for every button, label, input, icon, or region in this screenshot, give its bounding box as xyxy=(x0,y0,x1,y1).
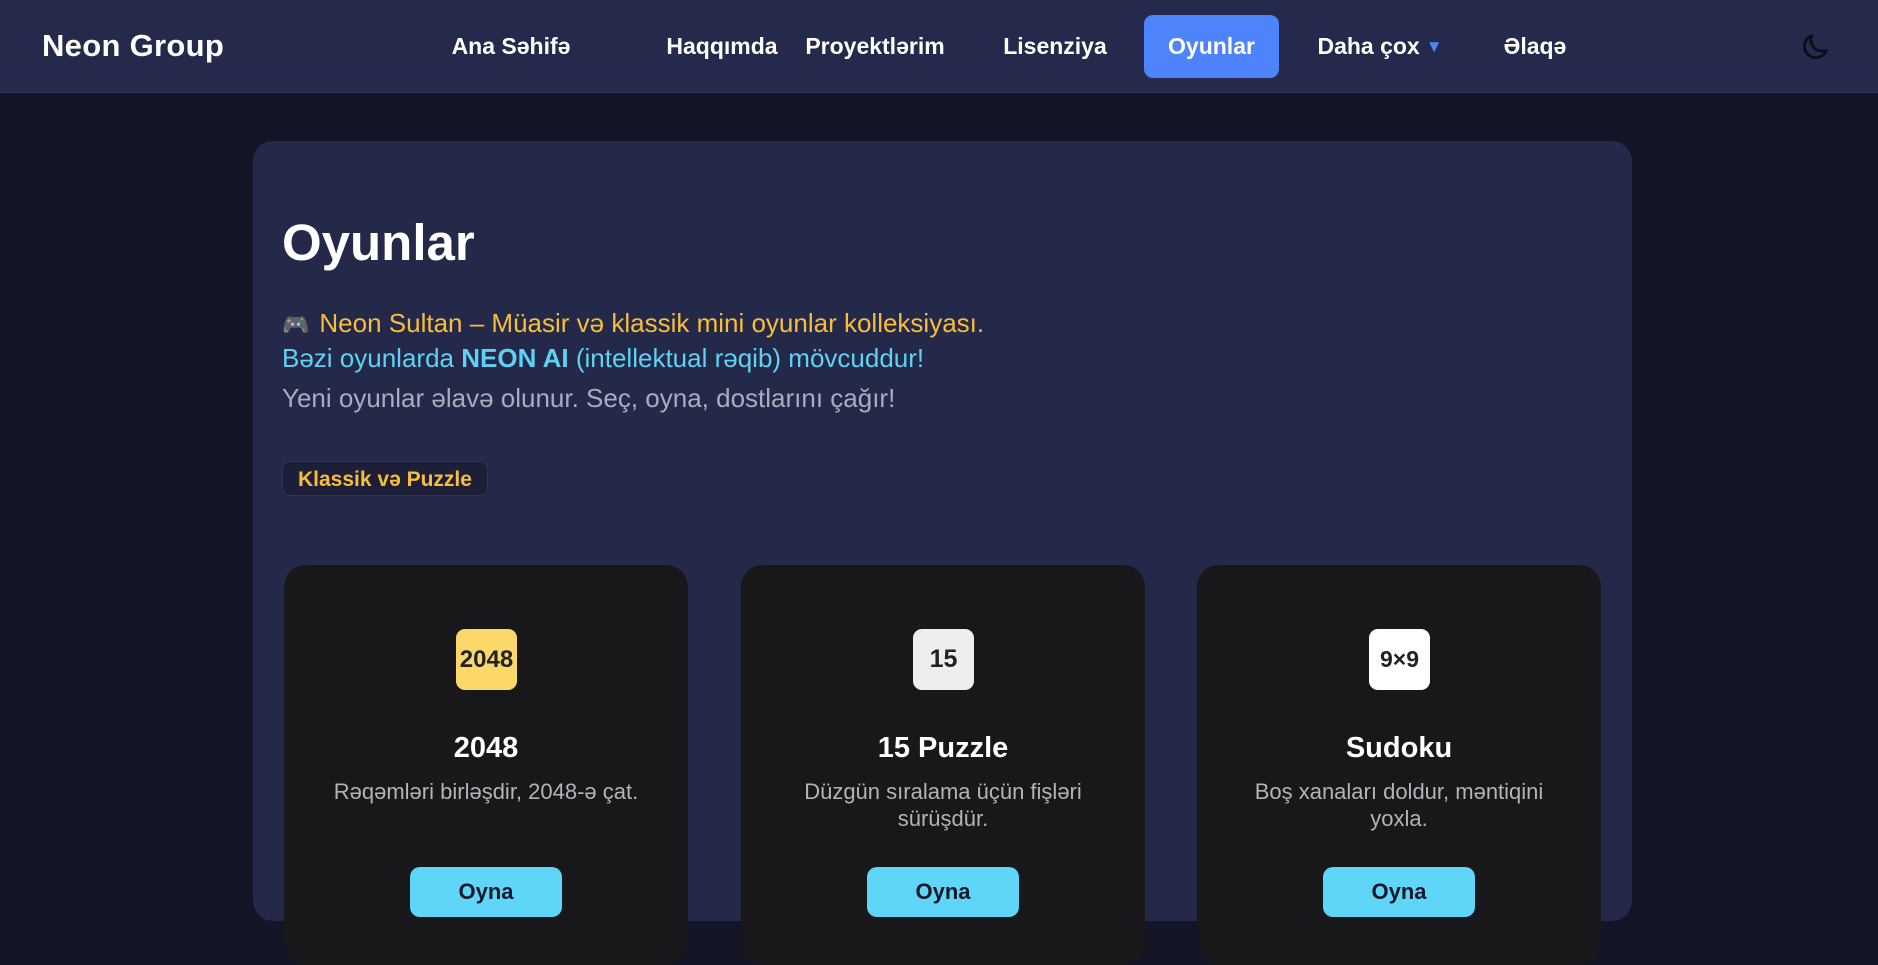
caret-down-icon: ▼ xyxy=(1425,37,1443,56)
nav-link-projects[interactable]: Proyektlərim xyxy=(790,15,960,78)
intro-line-1: 🎮 Neon Sultan – Müasir və klassik mini oy… xyxy=(282,308,984,339)
nav-link-label: Oyunlar xyxy=(1168,33,1255,59)
game-title: Sudoku xyxy=(1345,732,1453,764)
moon-icon[interactable] xyxy=(1799,31,1831,63)
gamepad-icon: 🎮 xyxy=(282,312,310,337)
nav-link-label: Daha çox xyxy=(1317,33,1420,59)
game-description: Boş xanaları doldur, məntiqini yoxla. xyxy=(1254,779,1544,831)
neon-ai-highlight: NEON AI xyxy=(461,343,569,373)
tile-sudoku-icon: 9×9 xyxy=(1369,629,1430,690)
nav-link-label: Proyektlərim xyxy=(805,33,945,59)
intro-line-3: Yeni oyunlar əlavə olunur. Seç, oyna, do… xyxy=(282,383,896,413)
page-title: Oyunlar xyxy=(282,214,475,271)
intro-text-1: Neon Sultan – Müasir və klassik mini oyu… xyxy=(319,308,985,338)
game-card-sudoku[interactable]: 9×9 Sudoku Boş xanaları doldur, məntiqin… xyxy=(1197,565,1601,965)
intro-line-2: Bəzi oyunlarda NEON AI (intellektual rəq… xyxy=(282,343,924,374)
navbar: Neon Group Ana Səhifə Haqqımda Proyektlə… xyxy=(0,0,1878,93)
intro-text-2-suffix: (intellektual rəqib) mövcuddur! xyxy=(568,343,925,373)
game-card-2048[interactable]: 2048 2048 Rəqəmləri birləşdir, 2048-ə ça… xyxy=(284,565,688,965)
play-button[interactable]: Oyna xyxy=(867,867,1019,917)
nav-link-more-dropdown[interactable]: Daha çox ▼ xyxy=(1305,15,1455,78)
play-button[interactable]: Oyna xyxy=(1323,867,1475,917)
nav-link-label: Haqqımda xyxy=(666,33,778,59)
nav-link-label: Əlaqə xyxy=(1503,33,1567,59)
intro-text-2-prefix: Bəzi oyunlarda xyxy=(282,343,462,373)
game-title: 2048 xyxy=(453,732,519,764)
games-section-card: Oyunlar 🎮 Neon Sultan – Müasir və klassik… xyxy=(253,141,1632,965)
nav-link-home[interactable]: Ana Səhifə xyxy=(441,15,581,78)
game-description: Düzgün sıralama üçün fişləri sürüşdür. xyxy=(804,779,1082,831)
game-description: Rəqəmləri birləşdir, 2048-ə çat. xyxy=(333,779,639,804)
category-badge: Klassik və Puzzle xyxy=(282,461,488,496)
nav-link-license[interactable]: Lisenziya xyxy=(985,15,1125,78)
play-button[interactable]: Oyna xyxy=(410,867,562,917)
game-title: 15 Puzzle xyxy=(877,732,1009,764)
game-card-15-puzzle[interactable]: 15 15 Puzzle Düzgün sıralama üçün fişlər… xyxy=(741,565,1145,965)
tile-15-icon: 15 xyxy=(913,629,974,690)
tile-2048-icon: 2048 xyxy=(456,629,517,690)
nav-link-games[interactable]: Oyunlar xyxy=(1144,15,1279,78)
nav-link-label: Ana Səhifə xyxy=(451,33,571,59)
nav-link-label: Lisenziya xyxy=(1003,33,1107,59)
nav-link-contact[interactable]: Əlaqə xyxy=(1490,15,1580,78)
brand-logo[interactable]: Neon Group xyxy=(42,28,224,64)
